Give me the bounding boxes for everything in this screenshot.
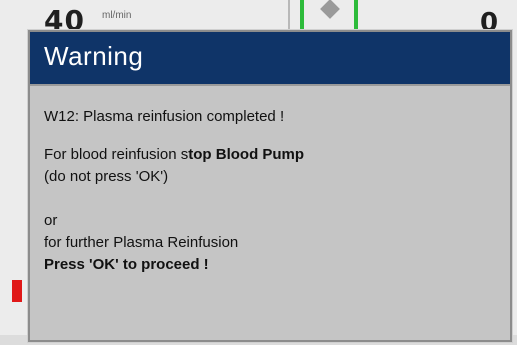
dialog-header: Warning [30, 32, 510, 86]
instruction-line: For blood reinfusion stop Blood Pump [44, 144, 494, 166]
proceed-instruction: Press 'OK' to proceed ! [44, 256, 209, 273]
background-divider [288, 0, 290, 32]
warning-dialog: Warning W12: Plasma reinfusion completed… [28, 30, 512, 342]
dialog-title: Warning [44, 41, 144, 71]
instruction-prefix: For blood reinfusion s [44, 146, 189, 163]
blood-pump-indicator[interactable] [300, 0, 358, 30]
instruction-bold: top Blood Pump [188, 146, 305, 163]
further-reinfusion-text: for further Plasma Reinfusion [44, 234, 239, 251]
warning-message: W12: Plasma reinfusion completed ! [44, 108, 285, 125]
flow-rate-unit: ml/min [102, 10, 132, 21]
or-text: or [44, 212, 58, 229]
instruction-note: (do not press 'OK') [44, 168, 169, 185]
pump-diamond-icon [320, 0, 340, 19]
alarm-marker [12, 280, 22, 302]
dialog-body: W12: Plasma reinfusion completed ! For b… [44, 106, 494, 276]
